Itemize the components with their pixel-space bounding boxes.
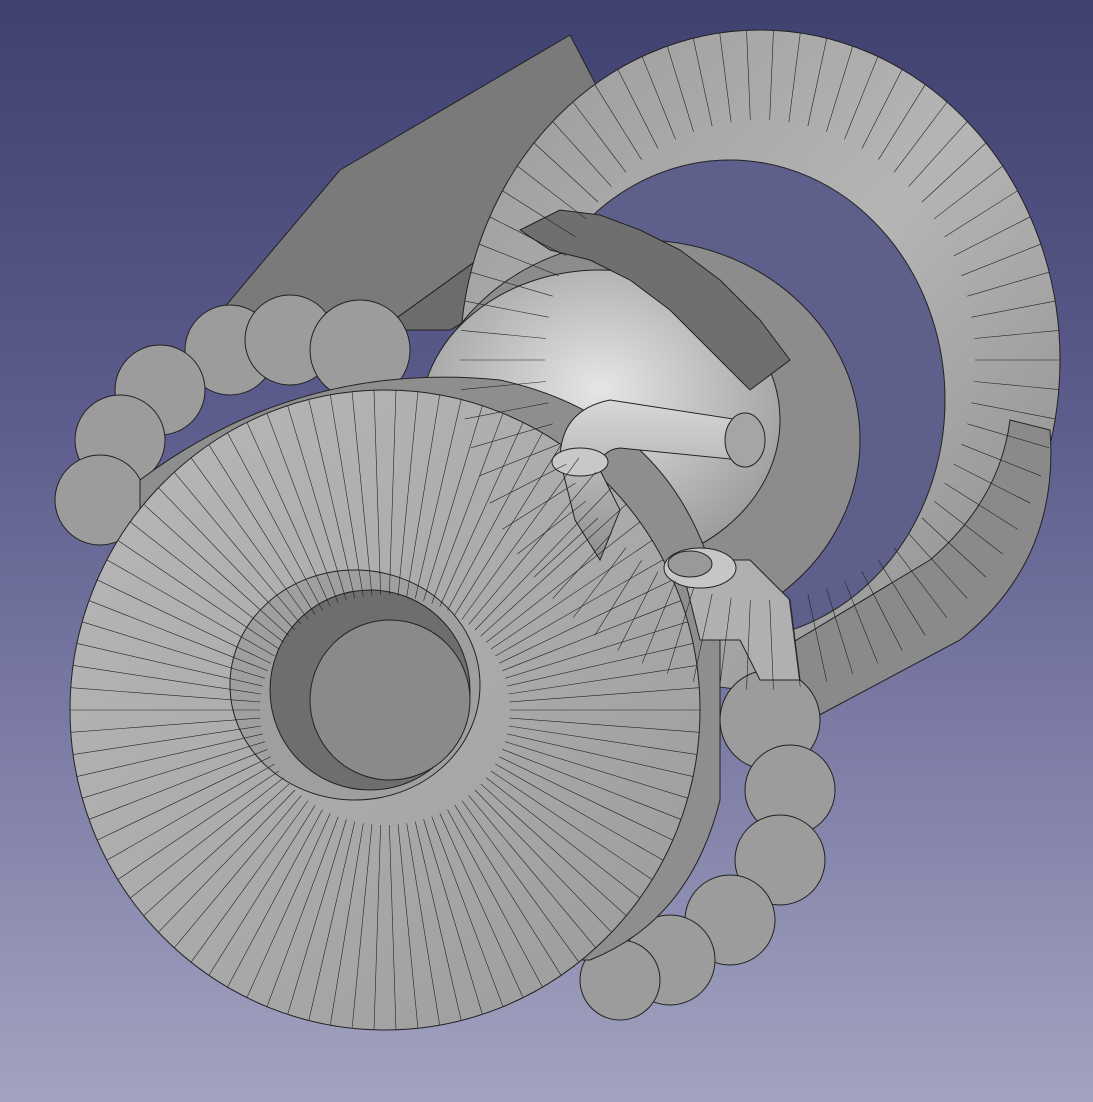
- 3d-viewport[interactable]: [0, 0, 1093, 1102]
- 3d-scene: [54, 29, 1061, 1031]
- front-flange-with-bore: [69, 376, 721, 1031]
